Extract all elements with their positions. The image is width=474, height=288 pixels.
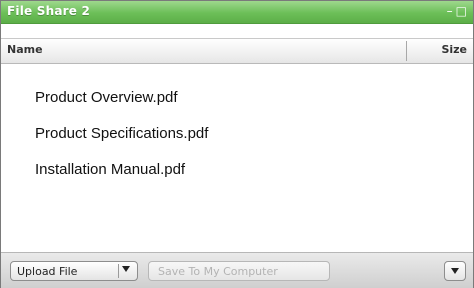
pod-menu-button[interactable] xyxy=(444,261,466,281)
window-title: File Share 2 xyxy=(7,4,91,18)
save-to-my-computer-label: Save To My Computer xyxy=(158,265,278,278)
file-share-toolbar: Upload File Save To My Computer xyxy=(1,252,473,288)
column-header-name[interactable]: Name xyxy=(7,43,43,56)
upload-file-label: Upload File xyxy=(17,265,78,278)
file-list-header: Name Size xyxy=(1,38,473,64)
column-header-size[interactable]: Size xyxy=(441,43,467,56)
file-row-3[interactable]: Installation Manual.pdf xyxy=(35,161,185,178)
save-to-my-computer-button[interactable]: Save To My Computer xyxy=(148,261,330,281)
window-controls: – □ xyxy=(447,4,467,18)
chevron-down-icon[interactable] xyxy=(122,266,130,272)
file-list: Product Overview.pdf Product Specificati… xyxy=(1,63,473,253)
file-row-1[interactable]: Product Overview.pdf xyxy=(35,89,178,106)
chevron-down-icon xyxy=(451,268,459,274)
upload-file-button[interactable]: Upload File xyxy=(10,261,138,281)
maximize-icon[interactable]: □ xyxy=(456,4,467,18)
minimize-icon[interactable]: – xyxy=(447,4,453,18)
column-divider[interactable] xyxy=(406,41,407,61)
file-row-2[interactable]: Product Specifications.pdf xyxy=(35,125,208,142)
file-share-pod: File Share 2 – □ Name Size Product Overv… xyxy=(0,0,474,288)
upload-divider xyxy=(118,264,119,278)
title-bar[interactable]: File Share 2 – □ xyxy=(1,1,473,24)
